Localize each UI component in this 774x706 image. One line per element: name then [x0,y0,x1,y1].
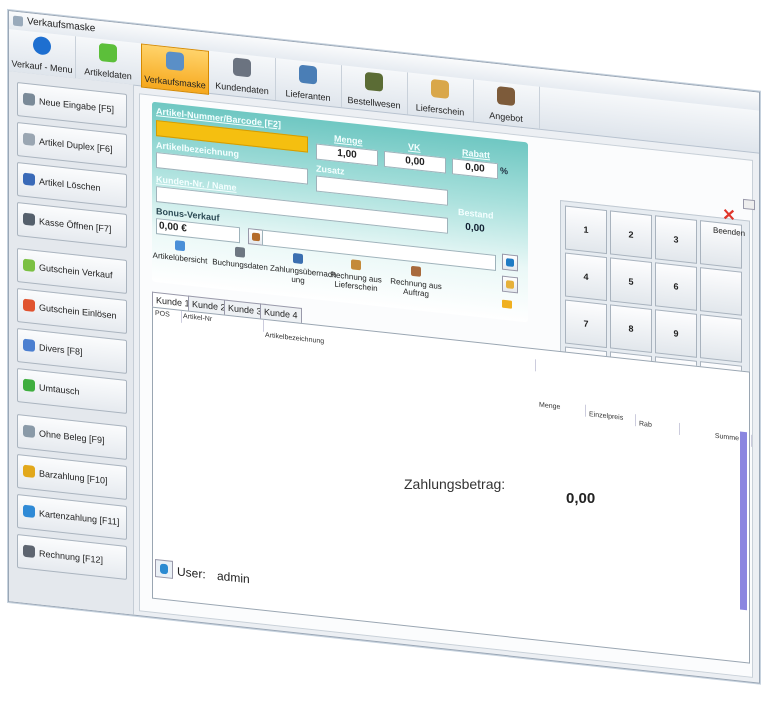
cash-drawer-icon [23,212,35,226]
payment-transfer-icon [293,252,303,265]
key-5[interactable]: 5 [610,257,652,306]
bookings-icon [235,246,245,258]
vk-label: VK [408,141,421,153]
cubes-icon [99,42,117,63]
tab-angebot[interactable]: Angebot [473,79,540,129]
misc-icon [23,338,35,352]
key-blank-2[interactable] [700,267,742,316]
customer-icon [506,258,514,267]
order-icon [365,71,383,92]
tab-verkauf-menu[interactable]: Verkauf - Menu [9,29,76,79]
menge-label: Menge [334,133,363,147]
customer-lookup-button[interactable] [502,253,518,272]
col-menge[interactable]: Menge [537,399,586,417]
barzahlung-button[interactable]: Barzahlung [F10] [17,453,127,500]
voucher-sell-icon [23,258,35,272]
user-label: User: [177,564,206,582]
register-icon [166,51,184,72]
gutschein-einloesen-button[interactable]: Gutschein Einlösen [17,287,127,334]
zahlungsbetrag-label: Zahlungsbetrag: [404,476,506,492]
tab-lieferschein[interactable]: Lieferschein [407,72,474,122]
order-invoice-icon [411,265,421,277]
gutschein-verkauf-button[interactable]: Gutschein Verkauf [17,247,127,294]
notes-button[interactable] [502,275,518,294]
kartenzahlung-button[interactable]: Kartenzahlung [F11] [17,493,127,540]
vk-input[interactable]: 0,00 [384,150,446,174]
magnifier-icon [175,240,185,252]
duplicate-icon [23,132,35,146]
beenden-button[interactable]: ✕ Beenden [709,207,749,238]
col-pos[interactable]: POS [153,307,182,323]
neue-eingabe-button[interactable]: Neue Eingabe [F5] [17,81,127,128]
tab-kundendaten[interactable]: Kundendaten [209,50,276,101]
key-8[interactable]: 8 [610,304,652,353]
user-name: admin [217,568,250,587]
kasse-oeffnen-button[interactable]: Kasse Öffnen [F7] [17,201,127,248]
stage: Verkaufsmaske Verkauf - Menu Artikeldate… [0,0,774,706]
zahlungsuebernahme-action[interactable]: Zahlungsübernach ung [270,250,336,287]
vertical-scrollbar[interactable] [740,431,747,611]
divers-button[interactable]: Divers [F8] [17,327,127,374]
new-entry-icon [23,92,35,106]
key-3[interactable]: 3 [655,215,697,264]
windows-orb-icon [33,35,51,56]
col-einzelpreis[interactable]: Einzelpreis [587,408,636,427]
rechnung-auftrag-action[interactable]: Rechnung aus Auftrag [388,263,444,300]
offer-icon [497,86,515,107]
key-blank-3[interactable] [700,314,742,363]
artikeluebersicht-action[interactable]: Artikelübersicht [152,238,208,266]
cash-icon [23,464,35,478]
zahlungsbetrag-value: 0,00 [566,490,596,507]
content-area: Artikel-Nummer/Barcode [F2] Menge 1,00 V… [139,93,753,678]
card-icon [23,504,35,518]
artikel-duplex-button[interactable]: Artikel Duplex [F6] [17,121,127,168]
supplier-icon [299,64,317,85]
notes-icon [506,280,514,289]
bonus-icon [252,232,260,242]
key-6[interactable]: 6 [655,262,697,311]
close-icon[interactable] [743,198,755,211]
exchange-icon [23,378,35,392]
article-entry-form: Artikel-Nummer/Barcode [F2] Menge 1,00 V… [152,101,528,323]
left-panel: Neue Eingabe [F5] Artikel Duplex [F6] Ar… [9,71,134,615]
buchungsdaten-action[interactable]: Buchungsdaten [212,244,268,272]
menge-input[interactable]: 1,00 [316,143,378,167]
artikel-loeschen-button[interactable]: Artikel Löschen [17,161,127,208]
rabatt-label: Rabatt [462,147,491,161]
rechnung-button[interactable]: Rechnung [F12] [17,533,127,580]
key-9[interactable]: 9 [655,309,697,358]
delete-icon [23,172,35,186]
key-4[interactable]: 4 [565,252,607,302]
ohne-beleg-button[interactable]: Ohne Beleg [F9] [17,413,127,460]
tab-bestellwesen[interactable]: Bestellwesen [341,65,408,115]
col-artikelbezeichnung[interactable]: Artikelbezeichnung [263,329,536,372]
main-window: Verkaufsmaske Verkauf - Menu Artikeldate… [8,10,760,684]
key-1[interactable]: 1 [565,205,607,255]
col-rab[interactable]: Rab [637,418,680,436]
tab-verkaufsmaske[interactable]: Verkaufsmaske [141,43,209,95]
key-2[interactable]: 2 [610,210,652,259]
bestand-value: 0,00 [465,221,485,235]
app-icon [13,15,23,27]
percent-sign: % [500,165,509,177]
user-figure-icon [160,563,168,575]
key-7[interactable]: 7 [565,299,607,349]
no-receipt-icon [23,424,35,438]
user-icon[interactable] [155,558,173,579]
folder-icon[interactable] [502,299,512,309]
delivery-invoice-icon [351,259,361,271]
voucher-redeem-icon [23,298,35,312]
zusatz-input[interactable] [316,175,448,206]
rabatt-input[interactable]: 0,00 [452,158,498,180]
zusatz-label: Zusatz [316,163,345,177]
invoice-icon [23,544,35,558]
rechnung-lieferschein-action[interactable]: Rechnung aus Lieferschein [328,257,384,294]
people-icon [233,57,251,78]
tab-artikeldaten[interactable]: Artikeldaten [75,36,142,86]
close-x-icon: ✕ [722,206,736,226]
delivery-icon [431,78,449,99]
umtausch-button[interactable]: Umtausch [17,367,127,414]
tab-lieferanten[interactable]: Lieferanten [275,58,342,108]
